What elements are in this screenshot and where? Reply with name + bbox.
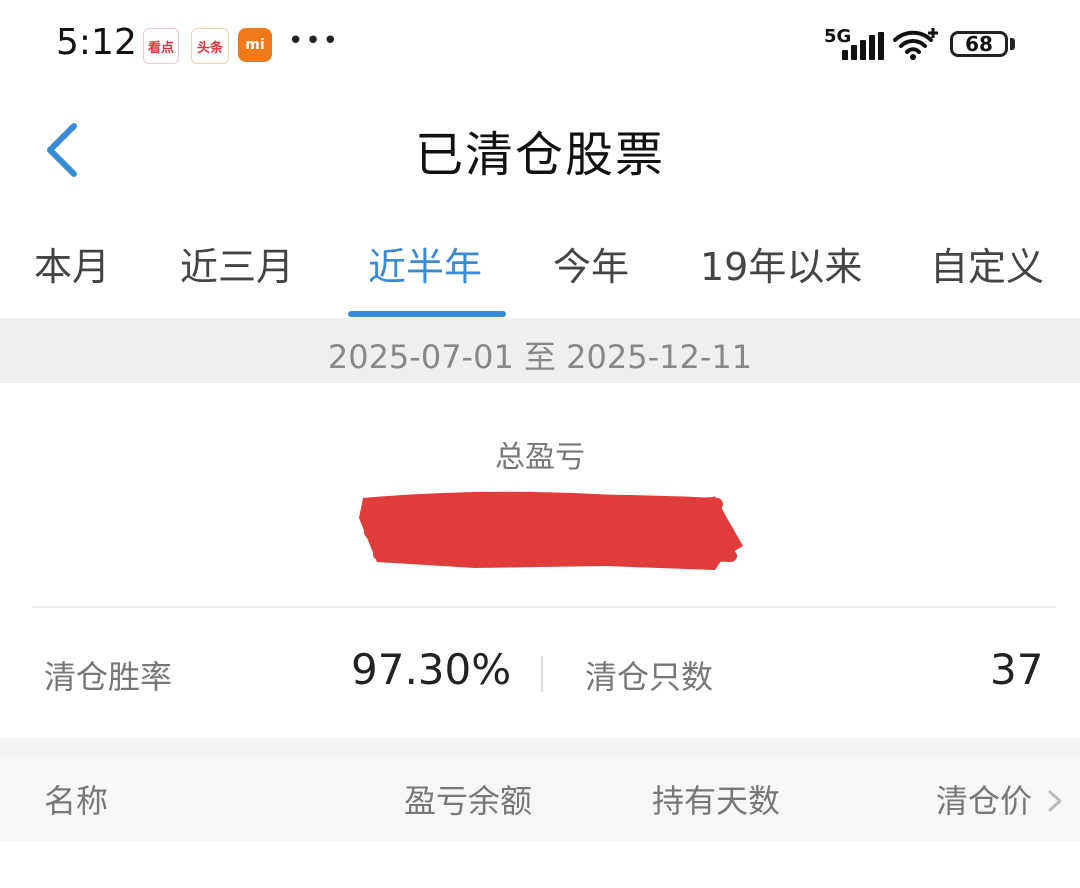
win-rate-value: 97.30% [351, 645, 512, 694]
total-pnl-label: 总盈亏 [495, 440, 585, 475]
battery-nub [1010, 38, 1015, 50]
kandian-app-icon: 看点 [143, 28, 179, 64]
redacted-total-pnl [359, 491, 743, 570]
cleared-count-label: 清仓只数 [585, 658, 714, 696]
table-header [0, 758, 1080, 842]
mi-app-icon: mi [238, 28, 272, 62]
wifi-icon [893, 28, 938, 60]
tab-last-three-months[interactable]: 近三月 [180, 236, 294, 291]
summary-divider [32, 606, 1056, 608]
column-header-name[interactable]: 名称 [44, 776, 108, 822]
win-rate-label: 清仓胜率 [44, 658, 173, 696]
signal-icon [842, 32, 884, 60]
active-tab-indicator [348, 311, 506, 317]
toutiao-app-icon: 头条 [191, 28, 229, 64]
cleared-count-value: 37 [990, 645, 1044, 694]
tab-last-half-year[interactable]: 近半年 [368, 236, 482, 291]
tab-since-2019[interactable]: 19年以来 [700, 236, 862, 291]
more-notifications-icon: ••• [288, 26, 341, 56]
page-title: 已清仓股票 [414, 127, 665, 183]
tab-this-year[interactable]: 今年 [553, 236, 629, 291]
date-range-text: 2025-07-01 至 2025-12-11 [327, 338, 753, 376]
status-time: 5:12 [56, 22, 137, 63]
column-header-pnl-balance[interactable]: 盈亏余额 [404, 776, 532, 822]
column-header-clear-price[interactable]: 清仓价 [936, 776, 1032, 822]
section-gap [0, 738, 1080, 758]
stats-separator [541, 656, 543, 692]
tab-custom[interactable]: 自定义 [930, 236, 1044, 291]
battery-icon: 68 [950, 31, 1008, 57]
chevron-right-icon[interactable] [1044, 784, 1066, 818]
tab-this-month[interactable]: 本月 [34, 236, 110, 291]
column-header-holding-days[interactable]: 持有天数 [652, 776, 780, 822]
